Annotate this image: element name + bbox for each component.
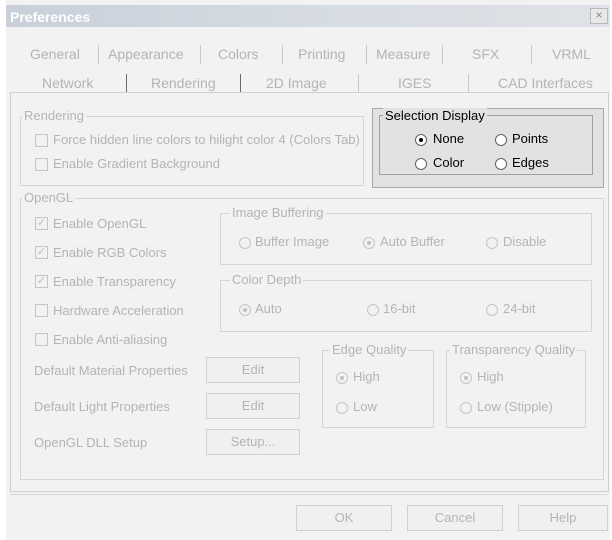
color-depth-16bit-radio[interactable] [367,304,379,316]
gradient-label: Enable Gradient Background [53,156,220,171]
selection-points-radio[interactable] [495,134,507,146]
color-depth-16bit-label: 16-bit [383,301,416,316]
selection-display-panel: Selection Display None Points Color Edge… [372,108,604,188]
default-light-label: Default Light Properties [34,399,170,414]
tab-separator [98,45,99,64]
tab-separator [468,74,469,93]
selection-points-label: Points [512,131,549,146]
edge-quality-group [322,350,434,428]
gradient-checkbox[interactable] [35,158,48,171]
tab-colors[interactable]: Colors [218,46,258,62]
hardware-accel-checkbox[interactable] [35,304,48,317]
tab-2d-image[interactable]: 2D Image [266,75,327,91]
tab-separator [531,45,532,64]
tab-separator [200,45,201,64]
selection-none-radio[interactable] [415,134,427,146]
rendering-group [20,116,364,186]
tab-sfx[interactable]: SFX [472,46,499,62]
edge-high-radio[interactable] [336,372,348,384]
selection-color-radio[interactable] [415,158,427,170]
ok-button[interactable]: OK [296,505,392,531]
color-depth-24bit-radio[interactable] [486,304,498,316]
tab-separator [240,74,241,93]
disable-buffer-label: Disable [503,234,547,249]
buffer-image-label: Buffer Image [255,234,330,249]
force-hidden-label: Force hidden line colors to hilight colo… [53,132,360,147]
tab-general[interactable]: General [30,46,80,62]
tab-separator [442,45,443,64]
anti-aliasing-checkbox[interactable] [35,333,48,346]
color-depth-label: Color Depth [230,272,304,287]
auto-buffer-label: Auto Buffer [380,234,445,249]
edge-high-label: High [353,369,380,384]
opengl-dll-label: OpenGL DLL Setup [34,435,148,450]
enable-opengl-checkbox[interactable]: ✓ [35,217,48,230]
anti-aliasing-label: Enable Anti-aliasing [53,332,168,347]
selection-display-label: Selection Display [383,108,487,123]
selection-display-group [379,115,593,175]
tab-vrml[interactable]: VRML [552,46,591,62]
edit-light-button[interactable]: Edit [206,393,300,419]
tab-separator [282,45,283,64]
transparency-high-label: High [477,369,504,384]
window-title: Preferences [10,9,91,25]
default-material-label: Default Material Properties [34,363,188,378]
disable-buffer-radio[interactable] [486,237,498,249]
selection-edges-radio[interactable] [495,158,507,170]
enable-transparency-label: Enable Transparency [53,274,176,289]
tab-appearance[interactable]: Appearance [108,46,184,62]
color-depth-24bit-label: 24-bit [503,301,536,316]
tab-printing[interactable]: Printing [298,46,345,62]
transparency-high-radio[interactable] [460,372,472,384]
transparency-low-label: Low (Stipple) [477,399,553,414]
enable-rgb-label: Enable RGB Colors [53,245,167,260]
edge-quality-label: Edge Quality [330,342,409,357]
cancel-button[interactable]: Cancel [407,505,503,531]
setup-button[interactable]: Setup... [206,429,300,455]
tab-iges[interactable]: IGES [398,75,431,91]
color-depth-auto-radio[interactable] [239,304,251,316]
auto-buffer-radio[interactable] [363,237,375,249]
rendering-group-label: Rendering [22,108,86,123]
image-buffering-label: Image Buffering [230,205,326,220]
color-depth-auto-label: Auto [255,301,282,316]
enable-transparency-checkbox[interactable]: ✓ [35,275,48,288]
edit-material-button[interactable]: Edit [206,357,300,383]
tab-separator [126,74,127,93]
edge-low-radio[interactable] [336,402,348,414]
opengl-group-label: OpenGL [22,190,76,205]
close-button[interactable]: × [590,8,608,24]
edge-low-label: Low [353,399,377,414]
force-hidden-checkbox[interactable] [35,134,48,147]
transparency-low-radio[interactable] [460,402,472,414]
selection-none-label: None [433,131,465,146]
help-button[interactable]: Help [518,505,608,531]
enable-opengl-label: Enable OpenGL [53,216,147,231]
buffer-image-radio[interactable] [239,237,251,249]
enable-rgb-checkbox[interactable]: ✓ [35,246,48,259]
hardware-accel-label: Hardware Acceleration [53,303,184,318]
preferences-dialog: Preferences × General Appearance Colors … [6,0,610,540]
selection-color-label: Color [433,155,465,170]
title-bar[interactable]: Preferences × [6,5,610,27]
selection-edges-label: Edges [512,155,549,170]
footer-divider [10,494,607,495]
tab-separator [366,45,367,64]
transparency-quality-group [446,350,586,428]
tab-cad-interfaces[interactable]: CAD Interfaces [498,75,593,91]
tab-network[interactable]: Network [42,75,93,91]
tab-rendering[interactable]: Rendering [151,75,216,91]
transparency-quality-label: Transparency Quality [450,342,578,357]
tab-separator [358,74,359,93]
tab-measure[interactable]: Measure [376,46,430,62]
